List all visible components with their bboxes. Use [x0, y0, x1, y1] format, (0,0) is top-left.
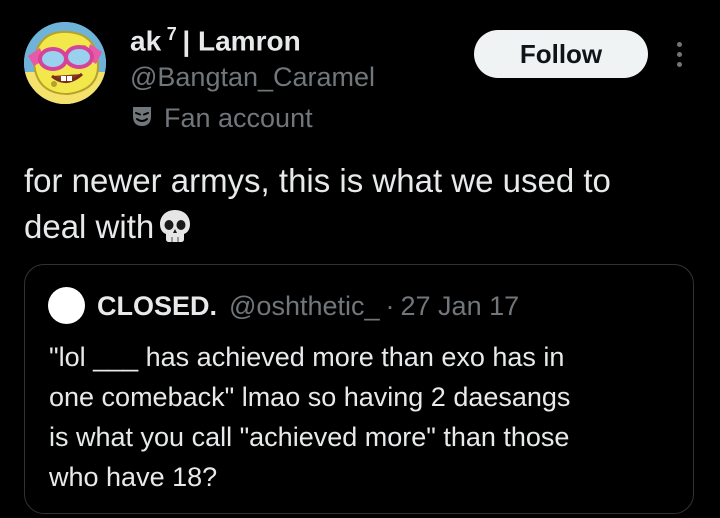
quoted-tweet-date[interactable]: 27 Jan 17	[401, 291, 520, 322]
quoted-tweet-header: CLOSED. @oshthetic_ · 27 Jan 17	[97, 287, 519, 325]
fan-account-text: Fan account	[164, 102, 313, 133]
quoted-separator: ·	[385, 290, 395, 321]
quoted-text-line: who have 18?	[49, 462, 218, 492]
author-name-superscript: 7	[166, 24, 177, 44]
author-name-suffix: | Lamron	[182, 25, 301, 57]
fan-account-label: Fan account	[130, 101, 313, 135]
quoted-tweet-card[interactable]: CLOSED. @oshthetic_ · 27 Jan 17 "lol ___…	[24, 264, 694, 514]
quoted-tweet-text: "lol ___ has achieved more than exo has …	[49, 337, 679, 497]
more-options-icon[interactable]	[668, 36, 690, 72]
author-avatar[interactable]	[24, 22, 106, 104]
author-handle[interactable]: @Bangtan_Caramel	[130, 62, 375, 93]
more-dot	[676, 41, 682, 47]
quoted-author-handle[interactable]: @oshthetic_	[229, 291, 380, 322]
author-name-text: ak	[130, 25, 162, 57]
tweet-line: for newer armys, this is what we used to	[24, 162, 611, 199]
skull-emoji-icon	[158, 208, 192, 256]
tweet-text: for newer armys, this is what we used to…	[24, 158, 694, 256]
tweet-line: deal with	[24, 208, 155, 245]
quoted-text-line: is what you call "achieved more" than th…	[49, 422, 570, 452]
tweet: ak 7 | Lamron @Bangtan_Caramel Fan accou…	[0, 0, 720, 518]
follow-button[interactable]: Follow	[474, 30, 648, 78]
tweet-line-with-emoji: deal with	[24, 204, 694, 256]
more-dot	[676, 61, 682, 67]
quoted-text-line: one comeback" lmao so having 2 daesangs	[49, 382, 571, 412]
avatar-image	[24, 22, 106, 104]
quoted-text-line: "lol ___ has achieved more than exo has …	[49, 342, 565, 372]
more-dot	[676, 51, 682, 57]
theater-mask-icon	[130, 104, 154, 133]
quoted-author-name[interactable]: CLOSED.	[97, 291, 217, 322]
quoted-author-avatar[interactable]	[48, 287, 85, 324]
author-name[interactable]: ak 7 | Lamron	[130, 24, 301, 57]
